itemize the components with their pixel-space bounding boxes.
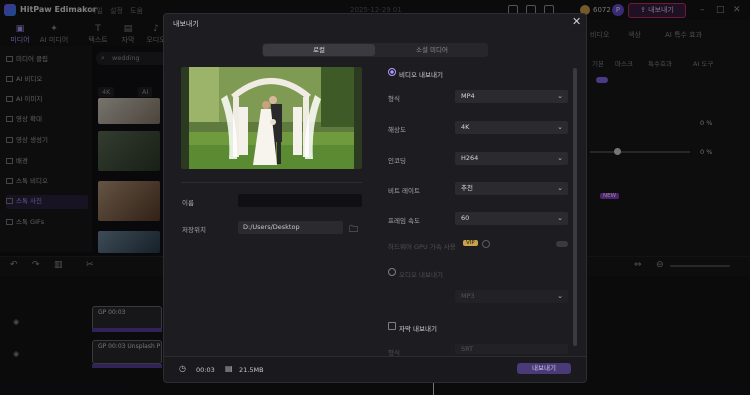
subtitle-format-select[interactable]: SRT <box>455 344 568 354</box>
filename-input[interactable] <box>238 194 362 207</box>
resolution-select[interactable]: 4K ⌄ <box>455 121 568 134</box>
video-export-radio[interactable] <box>388 68 396 76</box>
dialog-title: 내보내기 <box>173 20 199 28</box>
resolution-label: 해상도 <box>388 126 406 134</box>
chevron-down-icon: ⌄ <box>557 184 563 192</box>
audio-export-label: 오디오 내보내기 <box>399 271 443 279</box>
chevron-down-icon: ⌄ <box>557 92 563 100</box>
path-label: 저장위치 <box>182 226 206 234</box>
file-icon: ▤ <box>225 364 233 373</box>
tab-social-media[interactable]: 소셜 미디어 <box>376 44 488 56</box>
subtitle-export-checkbox[interactable] <box>388 322 396 330</box>
duration-text: 00:03 <box>196 366 215 374</box>
framerate-label: 프레임 속도 <box>388 217 420 225</box>
save-path-field[interactable]: D:/Users/Desktop <box>238 221 343 234</box>
export-button[interactable]: 내보내기 <box>517 363 571 374</box>
encoding-label: 인코딩 <box>388 157 406 165</box>
wedding-photo <box>181 67 362 169</box>
audio-format-select[interactable]: MP3 ⌄ <box>455 290 568 303</box>
audio-export-radio[interactable] <box>388 268 396 276</box>
settings-scrollbar[interactable] <box>573 68 577 346</box>
info-icon[interactable] <box>482 240 490 248</box>
chevron-down-icon: ⌄ <box>557 154 563 162</box>
tab-local[interactable]: 로컬 <box>263 44 375 56</box>
gpu-toggle[interactable] <box>556 241 568 247</box>
format-label: 형식 <box>388 95 400 103</box>
video-export-label: 비디오 내보내기 <box>399 71 443 79</box>
bitrate-label: 비트 레이트 <box>388 187 420 195</box>
chevron-down-icon: ⌄ <box>557 292 563 300</box>
clock-icon: ◷ <box>179 364 186 373</box>
gpu-acceleration-label: 하드웨어 GPU 가속 사용 <box>388 243 456 251</box>
subtitle-export-label: 자막 내보내기 <box>399 325 437 333</box>
close-icon[interactable]: ✕ <box>572 15 581 28</box>
filesize-text: 21.5MB <box>239 366 264 374</box>
name-label: 이름 <box>182 199 194 207</box>
vip-badge: VIP <box>463 240 478 246</box>
bitrate-select[interactable]: 추천 ⌄ <box>455 182 568 195</box>
divider <box>181 182 362 183</box>
format-select[interactable]: MP4 ⌄ <box>455 90 568 103</box>
encoding-select[interactable]: H264 ⌄ <box>455 152 568 165</box>
chevron-down-icon: ⌄ <box>557 123 563 131</box>
folder-icon[interactable]: 🗀 <box>349 222 358 238</box>
chevron-down-icon: ⌄ <box>557 214 563 222</box>
video-preview <box>181 67 362 169</box>
framerate-select[interactable]: 60 ⌄ <box>455 212 568 225</box>
